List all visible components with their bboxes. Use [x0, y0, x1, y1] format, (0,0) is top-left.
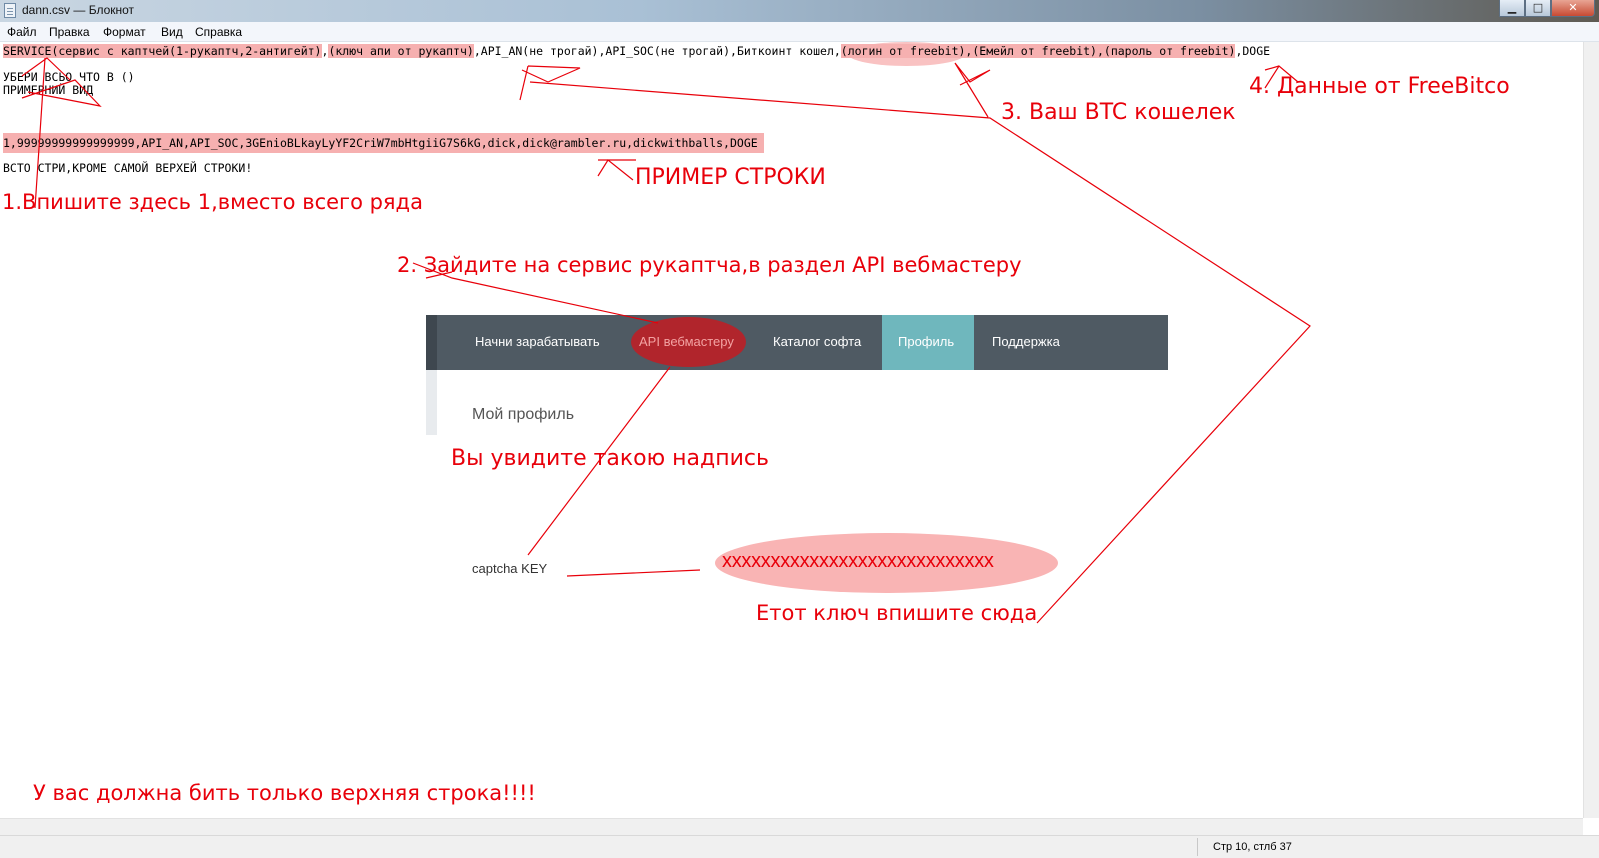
cursor-position: Стр 10, стлб 37: [1213, 841, 1292, 853]
arrow-example: [597, 159, 636, 181]
status-bar: Стр 10, стлб 37: [0, 835, 1599, 858]
annotation-arrows: [21, 57, 1311, 624]
arrow-step1: [21, 57, 102, 209]
arrow-step4: [1264, 65, 1299, 89]
arrow-step2: [412, 262, 659, 324]
arrow-step3: [529, 62, 1311, 624]
status-separator: [1197, 838, 1198, 856]
arrow-captcha: [527, 366, 701, 577]
